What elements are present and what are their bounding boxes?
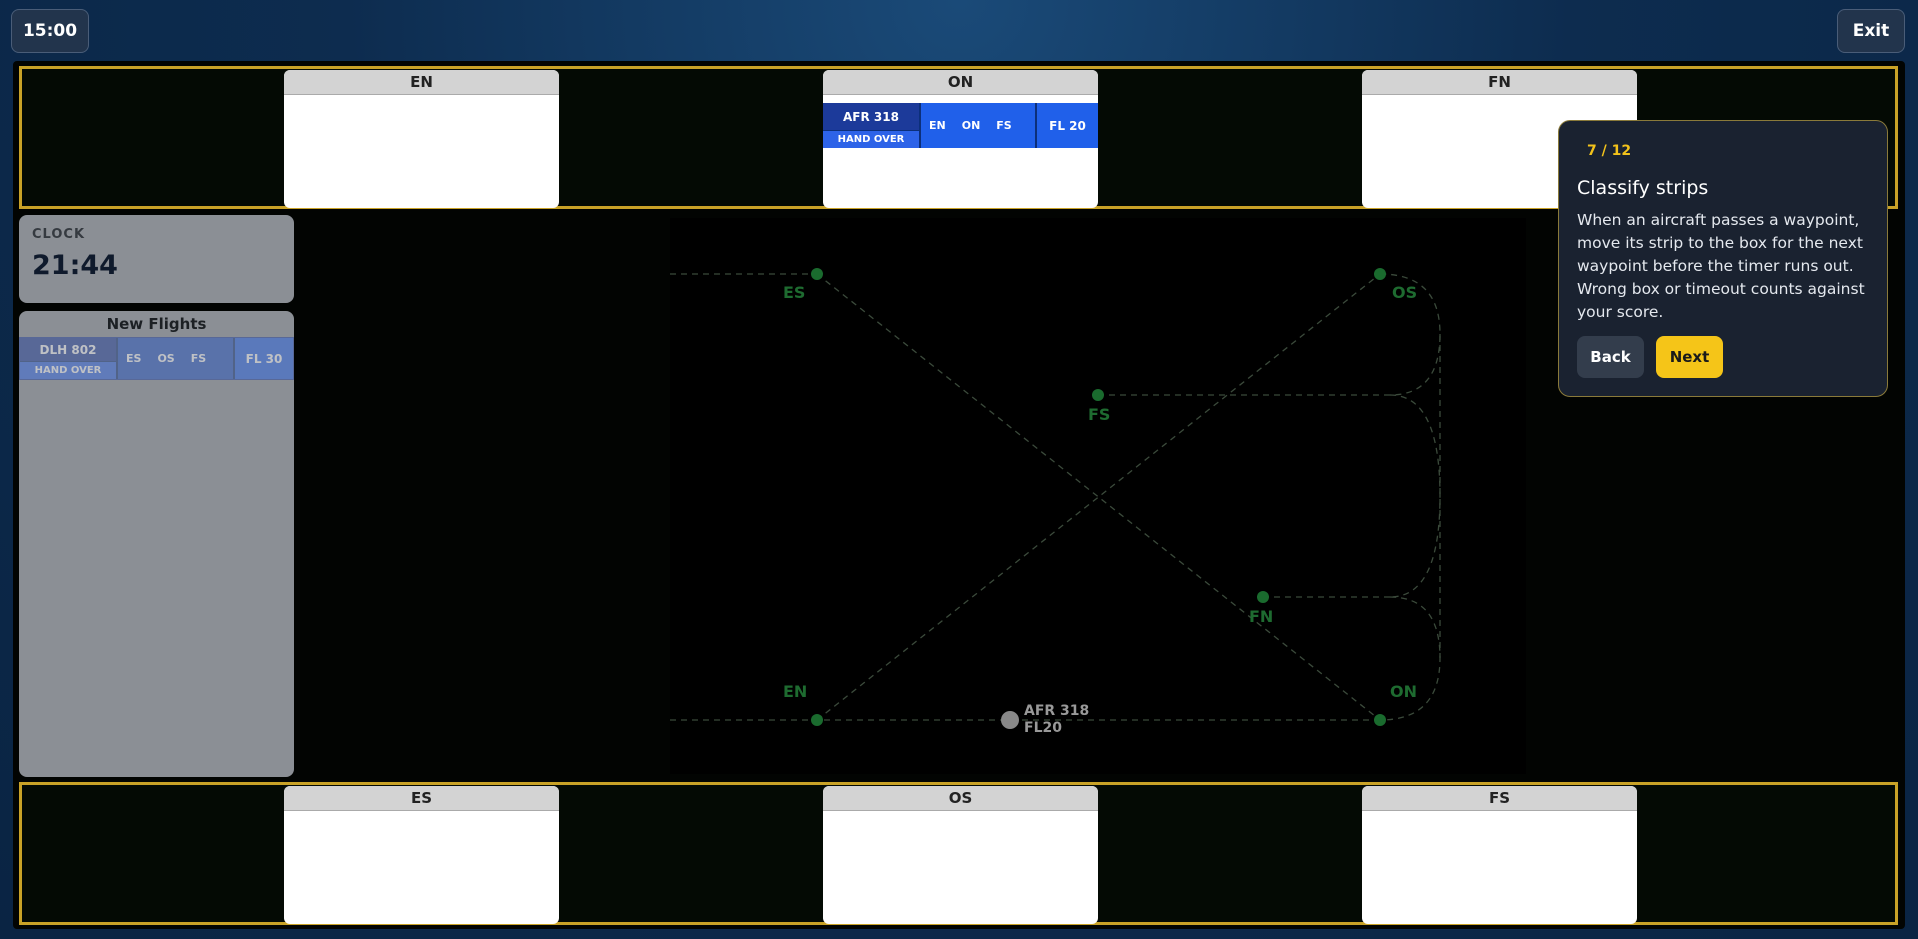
waypoint-label-en: EN: [783, 682, 807, 701]
aircraft-callsign-label: AFR 318: [1024, 703, 1089, 719]
strip-route-point: EN: [929, 119, 946, 132]
tutorial-title: Classify strips: [1577, 177, 1709, 199]
tutorial-step-counter: 7 / 12: [1587, 143, 1632, 159]
strip-route-point: ON: [961, 119, 981, 132]
waypoint-en-marker[interactable]: [811, 714, 823, 726]
strip-route-point: FS: [190, 352, 207, 365]
drop-box-es[interactable]: ES: [284, 786, 559, 924]
new-flights-panel: New Flights DLH 802 HAND OVER ES OS FS F…: [19, 311, 294, 777]
tutorial-body: When an aircraft passes a waypoint, move…: [1577, 211, 1865, 321]
drop-box-fs[interactable]: FS: [1362, 786, 1637, 924]
flight-strip-dlh802[interactable]: DLH 802 HAND OVER ES OS FS FL 30: [19, 337, 294, 380]
strip-route-point: OS: [157, 352, 175, 365]
strip-flight-level: FL 30: [235, 338, 293, 379]
waypoint-fs-marker[interactable]: [1092, 389, 1104, 401]
back-button[interactable]: Back: [1577, 336, 1644, 378]
drop-box-label: EN: [284, 70, 559, 95]
drop-box-label: FS: [1362, 786, 1637, 811]
strip-status: HAND OVER: [20, 361, 116, 379]
bottom-box-row: ES OS FS: [19, 782, 1898, 925]
tutorial-popup: 7 / 12 Classify strips When an aircraft …: [1558, 120, 1888, 397]
new-flights-title: New Flights: [106, 315, 207, 333]
exit-button[interactable]: Exit: [1837, 9, 1905, 53]
strip-route: ES OS FS: [118, 338, 235, 379]
drop-box-label: FN: [1362, 70, 1637, 95]
radar-scope: ES OS FS FN EN ON AFR 318 FL20: [670, 218, 1526, 774]
waypoint-label-fs: FS: [1088, 405, 1110, 424]
drop-box-label: ON: [823, 70, 1098, 95]
strip-callsign-cell: AFR 318 HAND OVER: [823, 103, 921, 148]
drop-box-label: ES: [284, 786, 559, 811]
strip-status: HAND OVER: [823, 130, 919, 148]
aircraft-level-label: FL20: [1024, 720, 1062, 736]
strip-route-point: FS: [996, 119, 1012, 132]
strip-route: EN ON FS: [921, 103, 1037, 148]
waypoint-on-marker[interactable]: [1374, 714, 1386, 726]
drop-box-en[interactable]: EN: [284, 70, 559, 208]
waypoint-label-fn: FN: [1249, 607, 1273, 626]
strip-flight-level: FL 20: [1037, 103, 1098, 148]
drop-box-label: OS: [823, 786, 1098, 811]
waypoint-label-os: OS: [1392, 283, 1417, 302]
waypoint-fn-marker[interactable]: [1257, 591, 1269, 603]
strip-callsign: DLH 802: [20, 338, 116, 361]
strip-route-point: ES: [126, 352, 142, 365]
timer-display: 15:00: [11, 9, 89, 53]
next-button[interactable]: Next: [1656, 336, 1723, 378]
strip-callsign: AFR 318: [823, 103, 919, 130]
clock-value: 21:44: [32, 250, 118, 281]
waypoint-label-es: ES: [783, 283, 805, 302]
flight-strip-afr318[interactable]: AFR 318 HAND OVER EN ON FS FL 20: [823, 103, 1098, 148]
waypoint-es-marker[interactable]: [811, 268, 823, 280]
waypoint-os-marker[interactable]: [1374, 268, 1386, 280]
tutorial-buttons: Back Next: [1577, 336, 1869, 378]
clock-label: CLOCK: [32, 227, 86, 242]
clock-panel: CLOCK 21:44: [19, 215, 294, 303]
aircraft-blip[interactable]: [1001, 711, 1019, 729]
strip-callsign-cell: DLH 802 HAND OVER: [20, 338, 118, 379]
drop-box-os[interactable]: OS: [823, 786, 1098, 924]
drop-box-on[interactable]: ON AFR 318 HAND OVER EN ON FS FL 20: [823, 70, 1098, 208]
waypoint-label-on: ON: [1390, 682, 1417, 701]
